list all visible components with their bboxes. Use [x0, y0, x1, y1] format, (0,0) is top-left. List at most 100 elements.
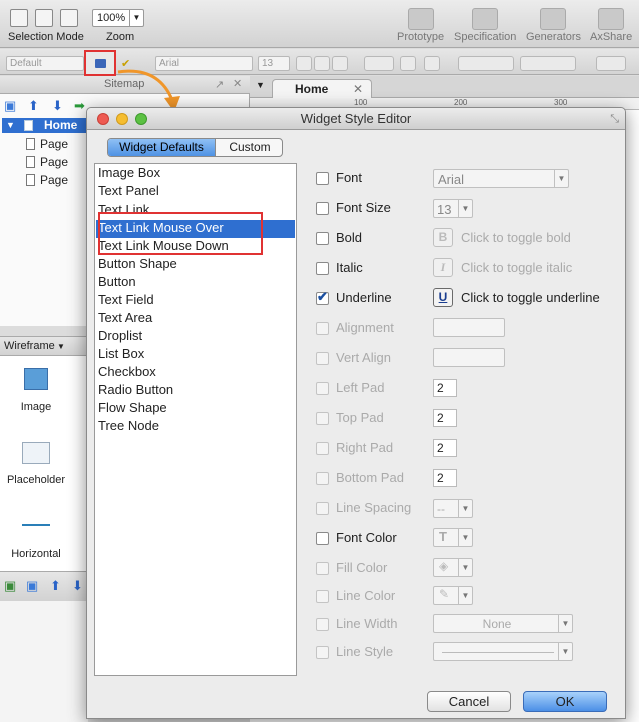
add-page-icon[interactable]: ▣ — [4, 98, 16, 114]
minimize-window-button[interactable] — [116, 113, 128, 125]
arrow-right-icon[interactable]: ➡ — [74, 98, 85, 114]
specification-icon[interactable] — [472, 8, 498, 30]
italic-checkbox[interactable] — [316, 262, 329, 275]
line-color-checkbox[interactable] — [316, 590, 329, 603]
alignment-buttons[interactable] — [433, 318, 505, 337]
zoom-select[interactable]: 100% ▼ — [92, 9, 144, 27]
bullet-button[interactable] — [400, 56, 416, 71]
expand-triangle-icon[interactable]: ▼ — [6, 118, 15, 133]
font-size-select[interactable]: 13 ▼ — [433, 199, 473, 218]
vert-align-checkbox[interactable] — [316, 352, 329, 365]
alignment-group[interactable] — [458, 56, 514, 71]
font-size-select[interactable]: 13 — [258, 56, 290, 71]
tab-custom[interactable]: Custom — [217, 139, 282, 156]
axshare-button[interactable]: AxShare — [590, 31, 632, 43]
list-item[interactable]: Text Area — [98, 309, 152, 327]
prototype-button[interactable]: Prototype — [397, 31, 444, 43]
select-contained-icon[interactable] — [35, 9, 53, 27]
add-folder-icon[interactable]: ▣ — [26, 578, 38, 594]
arrow-down-icon[interactable]: ⬇ — [52, 98, 63, 114]
left-pad-input[interactable]: 2 — [433, 379, 457, 397]
list-item[interactable]: List Box — [98, 345, 144, 363]
list-item[interactable]: Radio Button — [98, 381, 173, 399]
valign-group[interactable] — [520, 56, 576, 71]
image-widget-icon[interactable] — [24, 368, 48, 390]
resize-icon[interactable]: ⤡ — [610, 108, 619, 130]
line-spacing-select[interactable]: -- ▼ — [433, 499, 473, 518]
font-select[interactable]: Arial ▼ — [433, 169, 569, 188]
sitemap-home-row[interactable]: ▼ Home — [2, 118, 90, 133]
line-width-checkbox[interactable] — [316, 618, 329, 631]
underline-icon[interactable]: U — [433, 288, 453, 307]
list-item[interactable]: Droplist — [98, 327, 142, 345]
line-color-picker[interactable]: ✎ ▼ — [433, 586, 473, 605]
line-spacing-checkbox[interactable] — [316, 502, 329, 515]
font-color-checkbox[interactable] — [316, 532, 329, 545]
top-pad-checkbox[interactable] — [316, 412, 329, 425]
list-item[interactable]: Flow Shape — [98, 399, 167, 417]
underline-button[interactable] — [332, 56, 348, 71]
horizontal-line-widget-icon[interactable] — [22, 524, 50, 526]
sitemap-page-row[interactable]: Page — [26, 155, 68, 169]
select-intersected-icon[interactable] — [10, 9, 28, 27]
right-pad-checkbox[interactable] — [316, 442, 329, 455]
line-style-select[interactable]: ▼ — [433, 642, 573, 661]
arrow-up-icon[interactable]: ⬆ — [50, 578, 61, 594]
font-checkbox[interactable] — [316, 172, 329, 185]
cancel-button[interactable]: Cancel — [427, 691, 511, 712]
generators-icon[interactable] — [540, 8, 566, 30]
close-icon[interactable]: ✕ — [233, 77, 242, 90]
fill-color-picker[interactable]: ◈ ▼ — [433, 558, 473, 577]
sitemap-page-row[interactable]: Page — [26, 173, 68, 187]
top-pad-input[interactable]: 2 — [433, 409, 457, 427]
tab-widget-defaults[interactable]: Widget Defaults — [108, 139, 216, 156]
add-master-icon[interactable]: ▣ — [4, 578, 16, 594]
font-color-picker[interactable]: T ▼ — [433, 528, 473, 547]
align-button[interactable] — [424, 56, 440, 71]
bottom-pad-checkbox[interactable] — [316, 472, 329, 485]
list-item[interactable]: Button Shape — [98, 255, 177, 273]
ok-button[interactable]: OK — [523, 691, 607, 712]
ruler-tick-label: 200 — [454, 98, 468, 107]
left-pad-checkbox[interactable] — [316, 382, 329, 395]
list-item[interactable]: Checkbox — [98, 363, 156, 381]
list-item[interactable]: Tree Node — [98, 417, 159, 435]
specification-button[interactable]: Specification — [454, 31, 516, 43]
bold-checkbox[interactable] — [316, 232, 329, 245]
sitemap-page-row[interactable]: Page — [26, 137, 68, 151]
list-item[interactable]: Button — [98, 273, 136, 291]
font-size-checkbox[interactable] — [316, 202, 329, 215]
arrow-down-icon[interactable]: ⬇ — [72, 578, 83, 594]
font-color-button[interactable] — [364, 56, 394, 71]
italic-icon[interactable]: I — [433, 258, 453, 277]
right-pad-input[interactable]: 2 — [433, 439, 457, 457]
arrow-up-icon[interactable]: ⬆ — [28, 98, 39, 114]
underline-checkbox[interactable]: ✔ — [316, 289, 329, 305]
alignment-checkbox[interactable] — [316, 322, 329, 335]
tab-list-icon[interactable]: ▼ — [256, 80, 265, 90]
line-width-select[interactable]: None ▼ — [433, 614, 573, 633]
connector-mode-icon[interactable] — [60, 9, 78, 27]
library-select[interactable]: Wireframe — [4, 340, 55, 352]
zoom-window-button[interactable] — [135, 113, 147, 125]
fill-color-checkbox[interactable] — [316, 562, 329, 575]
list-item[interactable]: Text Panel — [98, 182, 159, 200]
axshare-icon[interactable] — [598, 8, 624, 30]
vert-align-buttons[interactable] — [433, 348, 505, 367]
style-select[interactable]: Default — [6, 56, 84, 71]
generators-button[interactable]: Generators — [526, 31, 581, 43]
prototype-icon[interactable] — [408, 8, 434, 30]
popout-icon[interactable]: ↗ — [215, 78, 224, 91]
close-window-button[interactable] — [97, 113, 109, 125]
bold-button[interactable] — [296, 56, 312, 71]
bottom-pad-input[interactable]: 2 — [433, 469, 457, 487]
list-item[interactable]: Text Field — [98, 291, 154, 309]
close-tab-icon[interactable]: ✕ — [353, 82, 363, 96]
list-item[interactable]: Image Box — [98, 164, 160, 182]
tab-home[interactable]: Home ✕ — [272, 79, 372, 98]
line-style-checkbox[interactable] — [316, 646, 329, 659]
placeholder-widget-icon[interactable] — [22, 442, 50, 464]
fill-button[interactable] — [596, 56, 626, 71]
italic-button[interactable] — [314, 56, 330, 71]
bold-icon[interactable]: B — [433, 228, 453, 247]
